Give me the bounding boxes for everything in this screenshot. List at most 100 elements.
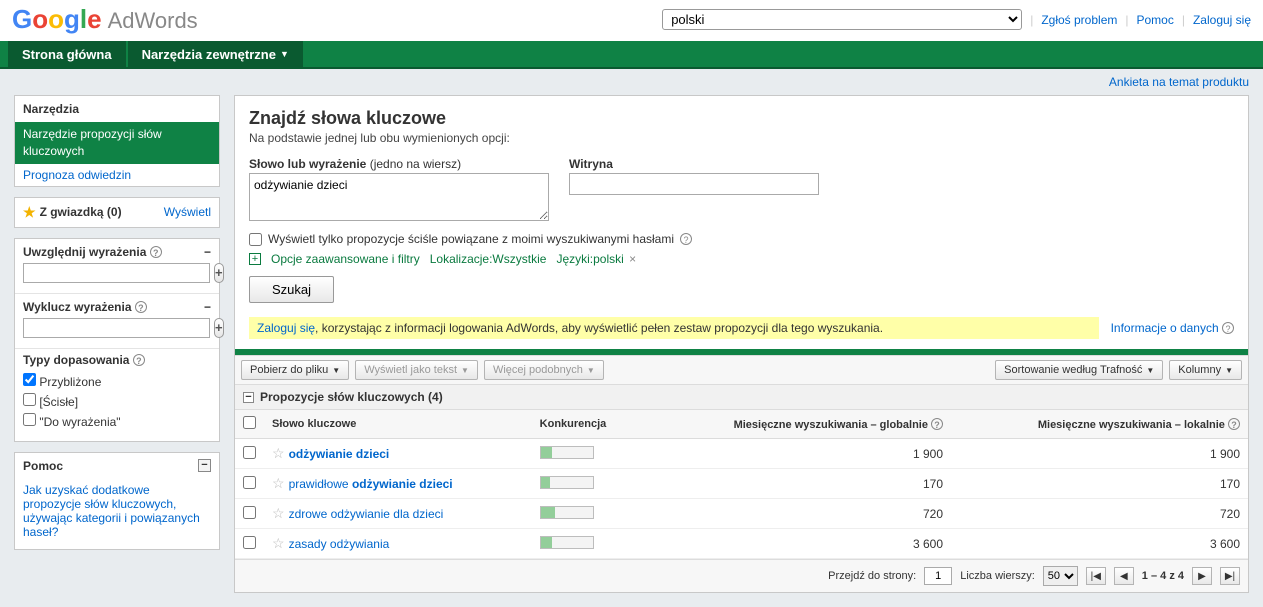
collapse-section-icon[interactable]: − bbox=[243, 392, 254, 403]
login-notice: Zaloguj się, korzystając z informacji lo… bbox=[249, 317, 1099, 339]
star-icon[interactable]: ☆ bbox=[272, 535, 285, 551]
page-input[interactable] bbox=[924, 567, 952, 585]
results-section-title: Propozycje słów kluczowych (4) bbox=[260, 390, 443, 404]
include-input[interactable] bbox=[23, 263, 210, 283]
table-row: ☆ zasady odżywiania 3 6003 600 bbox=[235, 529, 1248, 559]
sort-button[interactable]: Sortowanie według Trafność▼ bbox=[995, 360, 1163, 380]
col-competition[interactable]: Konkurencja bbox=[532, 410, 644, 439]
show-starred-link[interactable]: Wyświetl bbox=[164, 205, 211, 219]
help-icon[interactable]: ? bbox=[1228, 418, 1240, 430]
help-icon[interactable]: ? bbox=[135, 301, 147, 313]
match-broad[interactable]: Przybliżone bbox=[23, 371, 211, 391]
page-subtitle: Na podstawie jednej lub obu wymienionych… bbox=[249, 131, 1234, 145]
star-icon[interactable]: ☆ bbox=[272, 475, 285, 491]
chevron-down-icon: ▼ bbox=[1146, 366, 1154, 375]
login-link[interactable]: Zaloguj się bbox=[1193, 13, 1251, 27]
collapse-icon[interactable]: − bbox=[198, 459, 211, 472]
tab-tools[interactable]: Narzędzia zewnętrzne▼ bbox=[128, 41, 303, 67]
page-range: 1 – 4 z 4 bbox=[1142, 570, 1184, 582]
chevron-down-icon: ▼ bbox=[587, 366, 595, 375]
starred-label: Z gwiazdką (0) bbox=[40, 205, 122, 219]
row-checkbox[interactable] bbox=[243, 506, 256, 519]
row-checkbox[interactable] bbox=[243, 536, 256, 549]
global-value: 1 900 bbox=[644, 439, 951, 469]
tools-heading: Narzędzia bbox=[23, 102, 79, 116]
match-phrase[interactable]: "Do wyrażenia" bbox=[23, 411, 211, 431]
star-icon[interactable]: ☆ bbox=[272, 505, 285, 521]
row-checkbox[interactable] bbox=[243, 446, 256, 459]
advanced-filters-link[interactable]: Opcje zaawansowane i filtry bbox=[271, 252, 420, 266]
row-checkbox[interactable] bbox=[243, 476, 256, 489]
download-button[interactable]: Pobierz do pliku▼ bbox=[241, 360, 349, 380]
col-global[interactable]: Miesięczne wyszukiwania – globalnie bbox=[734, 419, 928, 431]
help-icon[interactable]: ? bbox=[150, 246, 162, 258]
report-link[interactable]: Zgłoś problem bbox=[1041, 13, 1117, 27]
first-page-button[interactable]: |◀ bbox=[1086, 567, 1106, 585]
location-chip[interactable]: Lokalizacje:Wszystkie bbox=[430, 252, 547, 266]
competition-bar bbox=[540, 536, 594, 549]
star-icon[interactable]: ☆ bbox=[272, 445, 285, 461]
exclude-label: Wyklucz wyrażenia bbox=[23, 300, 132, 314]
table-row: ☆ zdrowe odżywianie dla dzieci 720720 bbox=[235, 499, 1248, 529]
help-link[interactable]: Pomoc bbox=[1136, 13, 1173, 27]
global-value: 720 bbox=[644, 499, 951, 529]
expand-icon[interactable]: + bbox=[249, 253, 261, 265]
chevron-down-icon: ▼ bbox=[1225, 366, 1233, 375]
prev-page-button[interactable]: ◀ bbox=[1114, 567, 1134, 585]
local-value: 720 bbox=[951, 499, 1248, 529]
remove-chip-icon[interactable]: × bbox=[627, 252, 638, 266]
page-title: Znajdź słowa kluczowe bbox=[249, 108, 1234, 129]
col-keyword[interactable]: Słowo kluczowe bbox=[264, 410, 532, 439]
notice-login-link[interactable]: Zaloguj się bbox=[257, 321, 315, 335]
collapse-icon[interactable]: − bbox=[204, 245, 211, 259]
data-info-link[interactable]: Informacje o danych bbox=[1111, 321, 1219, 335]
col-local[interactable]: Miesięczne wyszukiwania – lokalnie bbox=[1038, 419, 1225, 431]
help-icon[interactable]: ? bbox=[133, 354, 145, 366]
add-exclude-button[interactable]: + bbox=[214, 318, 224, 338]
help-icon[interactable]: ? bbox=[1222, 322, 1234, 334]
local-value: 1 900 bbox=[951, 439, 1248, 469]
chevron-down-icon: ▼ bbox=[461, 366, 469, 375]
language-select[interactable]: polski bbox=[662, 9, 1022, 30]
site-input[interactable] bbox=[569, 173, 819, 195]
keyword-link[interactable]: zasady odżywiania bbox=[289, 537, 390, 551]
language-chip[interactable]: Języki:polski bbox=[556, 252, 623, 266]
help-icon[interactable]: ? bbox=[931, 418, 943, 430]
site-label: Witryna bbox=[569, 157, 819, 171]
exclude-input[interactable] bbox=[23, 318, 210, 338]
local-value: 170 bbox=[951, 469, 1248, 499]
keyword-link[interactable]: odżywianie dzieci bbox=[289, 447, 390, 461]
competition-bar bbox=[540, 476, 594, 489]
collapse-icon[interactable]: − bbox=[204, 300, 211, 314]
select-all-checkbox[interactable] bbox=[243, 416, 256, 429]
match-exact[interactable]: [Ścisłe] bbox=[23, 391, 211, 411]
help-article-link[interactable]: Jak uzyskać dodatkowe propozycje słów kl… bbox=[23, 483, 200, 539]
logo: Google AdWords bbox=[12, 4, 198, 35]
tab-home[interactable]: Strona główna bbox=[8, 41, 126, 67]
last-page-button[interactable]: ▶| bbox=[1220, 567, 1240, 585]
sidebar-item-traffic[interactable]: Prognoza odwiedzin bbox=[23, 168, 131, 182]
keyword-link[interactable]: zdrowe odżywianie dla dzieci bbox=[289, 507, 444, 521]
goto-label: Przejdź do strony: bbox=[828, 570, 916, 582]
rows-select[interactable]: 50 bbox=[1043, 566, 1078, 586]
competition-bar bbox=[540, 506, 594, 519]
as-text-button[interactable]: Wyświetl jako tekst▼ bbox=[355, 360, 478, 380]
add-include-button[interactable]: + bbox=[214, 263, 224, 283]
columns-button[interactable]: Kolumny▼ bbox=[1169, 360, 1242, 380]
more-like-button[interactable]: Więcej podobnych▼ bbox=[484, 360, 604, 380]
next-page-button[interactable]: ▶ bbox=[1192, 567, 1212, 585]
star-icon: ★ bbox=[23, 204, 36, 221]
help-icon[interactable]: ? bbox=[680, 233, 692, 245]
local-value: 3 600 bbox=[951, 529, 1248, 559]
product-name: AdWords bbox=[108, 8, 198, 34]
global-value: 3 600 bbox=[644, 529, 951, 559]
search-button[interactable]: Szukaj bbox=[249, 276, 334, 303]
table-row: ☆ odżywianie dzieci 1 9001 900 bbox=[235, 439, 1248, 469]
help-heading: Pomoc bbox=[23, 459, 63, 473]
phrase-input[interactable]: odżywianie dzieci bbox=[249, 173, 549, 221]
global-value: 170 bbox=[644, 469, 951, 499]
keyword-link[interactable]: prawidłowe odżywianie dzieci bbox=[289, 477, 453, 491]
sidebar-item-keyword-tool[interactable]: Narzędzie propozycji słów kluczowych bbox=[15, 122, 219, 164]
survey-link[interactable]: Ankieta na temat produktu bbox=[1109, 75, 1249, 89]
only-close-checkbox[interactable]: Wyświetl tylko propozycje ściśle powiąza… bbox=[249, 232, 1234, 246]
